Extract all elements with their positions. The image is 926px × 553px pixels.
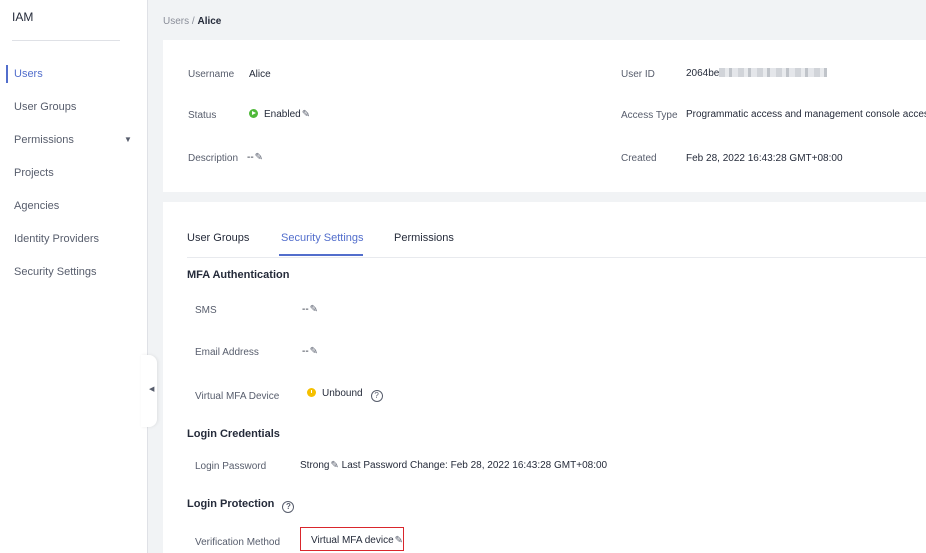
virtual-mfa-label: Virtual MFA Device: [195, 391, 280, 402]
login-password-value: Strong✎ Last Password Change: Feb 28, 20…: [300, 460, 607, 471]
sidebar-item-label: Projects: [14, 167, 54, 179]
sidebar-item-identity-providers[interactable]: Identity Providers: [0, 227, 147, 260]
sidebar-item-agencies[interactable]: Agencies: [0, 194, 147, 227]
sidebar-item-label: Identity Providers: [14, 233, 99, 245]
tab-user-groups[interactable]: User Groups: [187, 232, 249, 244]
tab-security-settings[interactable]: Security Settings: [281, 232, 364, 244]
created-value: Feb 28, 2022 16:43:28 GMT+08:00: [686, 153, 843, 164]
virtual-mfa-value: Unbound?: [307, 388, 383, 402]
mfa-section-title: MFA Authentication: [187, 269, 290, 281]
access-type-label: Access Type: [621, 110, 678, 121]
sidebar-item-users[interactable]: Users: [0, 62, 147, 95]
sidebar-nav: Users User Groups Permissions ▼ Projects …: [0, 62, 147, 293]
login-protection-text: Login Protection: [187, 498, 275, 510]
login-credentials-title: Login Credentials: [187, 428, 280, 440]
masked-user-id: [719, 68, 828, 77]
highlight-box: [300, 527, 404, 551]
chevron-down-icon[interactable]: ▼: [124, 128, 132, 152]
status-label: Status: [188, 110, 217, 121]
tabs-divider: [187, 257, 926, 258]
pencil-icon[interactable]: ✎: [302, 109, 310, 120]
sidebar: IAM Users User Groups Permissions ▼ Proje…: [0, 0, 148, 553]
username-label: Username: [188, 69, 235, 80]
password-strength: Strong: [300, 460, 330, 471]
verification-method-label: Verification Method: [195, 537, 281, 548]
tab-permissions[interactable]: Permissions: [394, 232, 454, 244]
chevron-left-icon: ◀: [149, 386, 155, 393]
user-id-value: 2064be: [686, 68, 828, 79]
access-type-text: Programmatic access and management conso…: [686, 109, 926, 120]
breadcrumb: Users / Alice: [163, 16, 221, 27]
sidebar-item-label: Security Settings: [14, 266, 97, 278]
login-password-label: Login Password: [195, 461, 267, 472]
sidebar-item-label: Permissions: [14, 134, 74, 146]
pencil-icon[interactable]: ✎: [255, 152, 263, 163]
security-card: User Groups Security Settings Permission…: [163, 202, 926, 553]
user-info-card: Username Alice Status Enabled✎ Descripti…: [163, 40, 926, 192]
sidebar-collapse-handle[interactable]: ◀: [141, 355, 157, 427]
email-text: --: [302, 346, 309, 357]
breadcrumb-current: Alice: [197, 16, 222, 27]
sidebar-item-user-groups[interactable]: User Groups: [0, 95, 147, 128]
sidebar-divider: [12, 40, 120, 41]
description-label: Description: [188, 153, 239, 164]
description-value: --✎: [247, 152, 263, 163]
question-circle-icon[interactable]: ?: [282, 501, 295, 513]
status-text: Enabled: [264, 109, 301, 120]
login-protection-title: Login Protection?: [187, 498, 295, 513]
sms-text: --: [302, 304, 309, 315]
password-change-text: Last Password Change: Feb 28, 2022 16:43…: [341, 460, 608, 471]
active-tab-indicator: [279, 254, 363, 256]
sidebar-item-security-settings[interactable]: Security Settings: [0, 260, 147, 293]
sidebar-item-label: User Groups: [14, 101, 77, 113]
virtual-mfa-text: Unbound: [322, 388, 363, 399]
username-value: Alice: [249, 69, 271, 80]
sms-label: SMS: [195, 305, 217, 316]
email-label: Email Address: [195, 347, 259, 358]
warning-dot-icon: [307, 388, 316, 397]
pencil-icon[interactable]: ✎: [330, 460, 338, 471]
question-circle-icon[interactable]: ?: [370, 390, 383, 402]
status-value: Enabled✎: [249, 109, 310, 120]
sidebar-item-label: Agencies: [14, 200, 60, 212]
pencil-icon[interactable]: ✎: [310, 346, 318, 357]
user-id-label: User ID: [621, 69, 655, 80]
sidebar-item-permissions[interactable]: Permissions ▼: [0, 128, 147, 161]
access-type-value: Programmatic access and management conso…: [686, 109, 926, 120]
sidebar-item-projects[interactable]: Projects: [0, 161, 147, 194]
pencil-icon[interactable]: ✎: [310, 304, 318, 315]
user-id-text: 2064be: [686, 68, 720, 79]
sidebar-item-label: Users: [14, 68, 43, 80]
sidebar-title: IAM: [12, 10, 34, 24]
created-label: Created: [621, 153, 657, 164]
play-circle-icon: [249, 109, 258, 118]
sms-value: --✎: [302, 304, 318, 315]
description-text: --: [247, 152, 254, 163]
breadcrumb-parent[interactable]: Users: [163, 16, 189, 27]
email-value: --✎: [302, 346, 318, 357]
